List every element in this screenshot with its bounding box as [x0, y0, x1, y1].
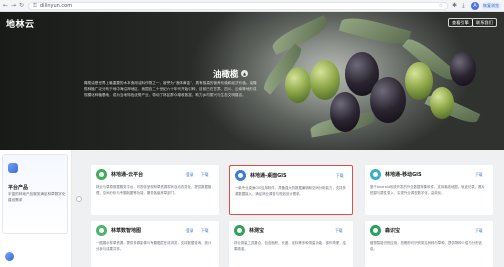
platform-icon	[8, 163, 18, 173]
sidebar-description: 丰富的林地产品服务满足林草数字化建设需求	[8, 192, 66, 202]
download-link[interactable]: 下载	[475, 228, 483, 234]
cloud-icon	[96, 169, 107, 180]
profile-avatar[interactable]: A	[471, 2, 479, 10]
card-description: 基于Android系统开发的外业数据采集软件，支持离线地图、轨迹记录、照片拍摄与…	[370, 185, 485, 195]
reload-icon[interactable]: ↻	[19, 2, 24, 10]
address-url[interactable]: dilinyun.com	[40, 3, 72, 10]
download-link[interactable]: 下载	[336, 173, 344, 179]
extensions-icon[interactable]: ✱	[452, 2, 457, 10]
sidebar-product-card[interactable]: 平台产品 丰富的林地产品服务满足林草数字化建设需求	[2, 154, 68, 234]
card-description: 植物智能识别应用，拍照即可识别常见树种与草种，提供物种介绍与分布信息。	[370, 241, 482, 251]
product-card-smart-map[interactable]: 林草数智地图 登录 下载 一图展示林草资源，提供多源影像与专题图层在线浏览，支持…	[91, 221, 219, 267]
card-description: 林业测量工具集合，包含面积、长度、坐标等多种测量功能，操作简便，结果精准。	[234, 241, 346, 251]
star-icon[interactable]: ☆	[439, 3, 443, 10]
card-description: 林业与草原数据服务平台，可视化呈现林草资源现状及动态变化，提供数据管理、空间分析…	[96, 185, 212, 195]
guide-button[interactable]: 查看引擎	[448, 18, 473, 27]
card-title: 林测宝	[249, 228, 265, 234]
card-title: 林地通-移动GIS	[385, 172, 422, 178]
download-link[interactable]: 下载	[201, 228, 209, 234]
mobile-gis-icon	[370, 169, 381, 180]
address-bar[interactable]: ⚿ dilinyun.com ☆	[28, 2, 448, 10]
download-link[interactable]: 下载	[335, 228, 343, 234]
caret-up-icon[interactable]: ▲	[241, 70, 248, 77]
card-title: 森识宝	[385, 228, 401, 234]
leaf-icon	[370, 225, 381, 236]
desktop-gis-icon	[235, 170, 246, 181]
card-description: 一图展示林草资源，提供多源影像与专题图层在线浏览，支持数据查询、统计分析与成果共…	[96, 241, 212, 251]
card-title: 林草数智地图	[111, 228, 142, 234]
download-link[interactable]: 下载	[475, 172, 483, 178]
site-logo[interactable]: 地林云	[6, 17, 35, 30]
back-arrow-icon[interactable]: ←	[3, 2, 8, 10]
hero-title: 油橄榄	[213, 70, 239, 80]
card-title: 林地通-云平台	[111, 172, 144, 178]
login-link[interactable]: 登录	[186, 172, 194, 178]
browser-toolbar: ← → ↻ ⚿ dilinyun.com ☆ ✱ ⤓ A 恢复浏览	[0, 0, 504, 12]
product-card-mobile-gis[interactable]: 林地通-移动GIS 下载 基于Android系统开发的外业数据采集软件，支持离线…	[365, 165, 493, 215]
measure-icon	[234, 225, 245, 236]
card-title: 林地通-桌面GIS	[250, 173, 287, 179]
globe-icon[interactable]	[5, 252, 14, 261]
product-card-desktop-gis[interactable]: 林地通-桌面GIS 下载 一款专业桌面GIS应用软件，具备强大的数据编辑和空间分…	[229, 165, 353, 215]
forward-arrow-icon[interactable]: →	[11, 2, 16, 10]
product-sidebar: 平台产品 丰富的林地产品服务满足林草数字化建设需求	[0, 150, 72, 267]
card-description: 一款专业桌面GIS应用软件，具备强大的数据编辑和空间分析能力，支持多源数据接入，…	[235, 186, 346, 196]
product-card-measure[interactable]: 林测宝 下载 林业测量工具集合，包含面积、长度、坐标等多种测量功能，操作简便，结…	[229, 221, 353, 267]
product-card-cloud-platform[interactable]: 林地通-云平台 登录 下载 林业与草原数据服务平台，可视化呈现林草资源现状及动态…	[91, 165, 219, 215]
product-card-plant-id[interactable]: 森识宝 下载 植物智能识别应用，拍照即可识别常见树种与草种，提供物种介绍与分布信…	[365, 221, 493, 267]
hero-description: 橄榄油是世界上最重要的木本食用油料作物之一，被誉为“液体黄金”，具有极高的营养价…	[84, 81, 257, 97]
hero-banner: 地林云 查看引擎 联系我们 油橄榄 ▲ 橄榄油是世界上最重要的木本食用油料作物之…	[0, 12, 504, 150]
map-icon	[96, 225, 107, 236]
resume-button[interactable]: 恢复浏览	[481, 2, 501, 10]
download-link[interactable]: 下载	[201, 172, 209, 178]
contact-button[interactable]: 联系我们	[472, 18, 497, 27]
lock-icon: ⚿	[33, 3, 37, 9]
login-link[interactable]: 登录	[186, 228, 194, 234]
sidebar-title: 平台产品	[8, 185, 29, 191]
download-icon[interactable]: ⤓	[462, 2, 465, 10]
carousel-dot[interactable]	[76, 196, 82, 202]
